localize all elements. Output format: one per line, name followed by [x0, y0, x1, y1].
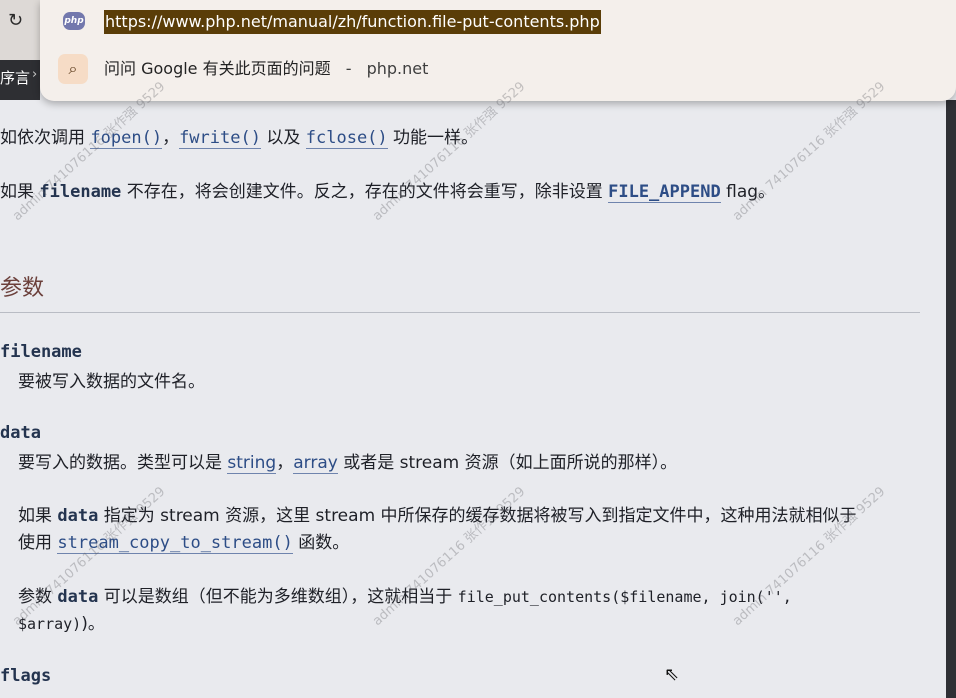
link-string[interactable]: string — [227, 453, 277, 474]
param-filename-desc: 要被写入数据的文件名。 — [18, 372, 205, 392]
link-fclose[interactable]: fclose() — [305, 128, 388, 149]
section-divider — [0, 312, 920, 313]
text: 如依次调用 — [0, 128, 91, 148]
link-fwrite[interactable]: fwrite() — [179, 128, 261, 149]
text: 如果 — [18, 506, 58, 526]
code-snippet: file_put_contents($filename, join('', — [457, 588, 792, 606]
text: 要写入的数据。类型可以是 — [18, 453, 228, 473]
text: ， — [162, 128, 180, 148]
text: 以及 — [260, 128, 306, 148]
text: 如果 — [0, 182, 40, 202]
link-fopen[interactable]: fopen() — [90, 128, 163, 149]
google-lens-icon: ⌕ — [58, 54, 88, 84]
omnibox-suggestion[interactable]: 问问 Google 有关此页面的问题 - php.net — [104, 56, 428, 82]
text: )。 — [81, 614, 105, 634]
suggestion-text: 问问 Google 有关此页面的问题 — [104, 59, 331, 78]
param-data-array-note-2: $array))。 — [18, 612, 105, 636]
mouse-cursor-icon: ⇖ — [664, 664, 680, 685]
description-line-1: 如依次调用 fopen()，fwrite() 以及 fclose() 功能一样。 — [0, 126, 478, 150]
suggestion-separator: - — [345, 59, 352, 78]
text: 或者是 stream 资源（如上面所说的那样）。 — [337, 453, 678, 473]
text: 指定为 stream 资源，这里 stream 中所保存的缓存数据将被写入到指定… — [98, 506, 857, 526]
side-panel-edge — [946, 100, 956, 698]
description-line-2: 如果 filename 不存在，将会创建文件。反之，存在的文件将会重写，除非设置… — [0, 180, 775, 204]
text: 参数 — [18, 587, 58, 607]
data-keyword: data — [57, 587, 99, 607]
param-data: data — [0, 423, 41, 443]
text: 函数。 — [292, 533, 350, 553]
data-keyword: data — [57, 506, 99, 526]
param-flags: flags — [0, 666, 52, 686]
param-filename: filename — [0, 342, 82, 362]
filename-keyword: filename — [39, 182, 122, 202]
nav-breadcrumb[interactable]: 序言 — [0, 67, 30, 88]
php-favicon-icon: php — [63, 12, 85, 30]
suggestion-domain: php.net — [366, 59, 429, 78]
text: 使用 — [18, 533, 58, 553]
text: ， — [276, 453, 294, 473]
section-heading: 参数 — [0, 276, 45, 301]
param-data-stream-note: 如果 data 指定为 stream 资源，这里 stream 中所保存的缓存数… — [18, 504, 857, 528]
text: 功能一样。 — [387, 128, 479, 148]
text: flag。 — [720, 182, 776, 202]
text: 可以是数组（但不能为多维数组），这就相当于 — [98, 587, 458, 607]
param-data-desc: 要写入的数据。类型可以是 string，array 或者是 stream 资源（… — [18, 451, 677, 475]
address-bar-url[interactable]: https://www.php.net/manual/zh/function.f… — [104, 10, 601, 34]
param-data-array-note: 参数 data 可以是数组（但不能为多维数组），这就相当于 file_put_c… — [18, 585, 792, 609]
omnibox-dropdown: php https://www.php.net/manual/zh/functi… — [40, 0, 956, 101]
reload-icon[interactable]: ↻ — [8, 8, 30, 34]
param-data-stream-note-2: 使用 stream_copy_to_stream() 函数。 — [18, 531, 349, 555]
text: 不存在，将会创建文件。反之，存在的文件将会重写，除非设置 — [121, 182, 609, 202]
link-file-append[interactable]: FILE_APPEND — [608, 182, 721, 203]
chevron-right-icon: › — [32, 67, 38, 82]
code-snippet-2: $array) — [18, 615, 82, 633]
link-array[interactable]: array — [293, 453, 338, 474]
link-stream-copy-to-stream[interactable]: stream_copy_to_stream() — [57, 533, 293, 554]
